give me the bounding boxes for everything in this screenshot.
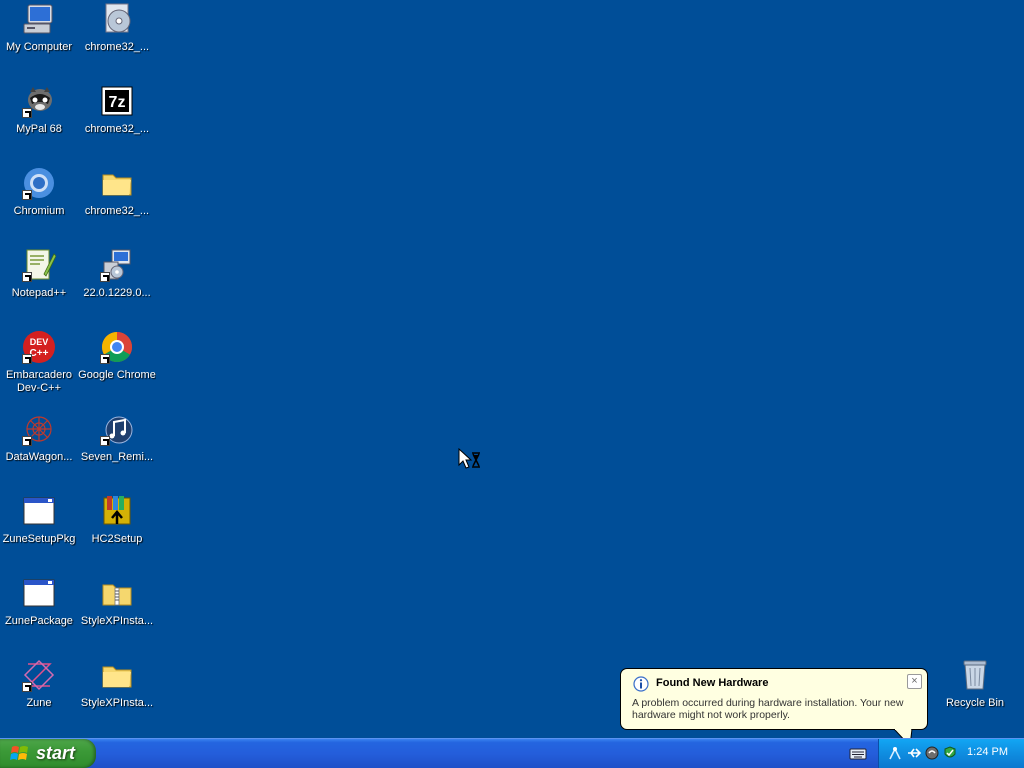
balloon-message: A problem occurred during hardware insta… xyxy=(632,697,904,721)
desktop-icon-chrome32-cd[interactable]: chrome32_... xyxy=(78,2,156,78)
notification-balloon[interactable]: Found New Hardware × A problem occurred … xyxy=(620,668,928,730)
shortcut-arrow-icon xyxy=(22,272,32,282)
desktop-icon-chromium[interactable]: Chromium xyxy=(0,166,78,242)
desktop-icon-zune-setup-pkg[interactable]: ZuneSetupPkg xyxy=(0,494,78,570)
desktop-icon-label: Google Chrome xyxy=(78,369,156,381)
desktop-icon-label: ZuneSetupPkg xyxy=(2,533,76,545)
busy-cursor-icon xyxy=(458,447,482,470)
application-window-icon xyxy=(22,494,56,528)
network-icon[interactable] xyxy=(887,745,903,761)
security-icon[interactable] xyxy=(942,745,958,761)
shortcut-arrow-icon xyxy=(100,436,110,446)
desktop-icon-label: MyPal 68 xyxy=(16,123,62,135)
desktop-icon-label: Recycle Bin xyxy=(945,697,1005,709)
system-tray: 1:24 PM xyxy=(878,739,1024,768)
svg-text:DEV: DEV xyxy=(30,337,49,347)
desktop-icon-label: Seven_Remi... xyxy=(80,451,154,463)
desktop-icon-mypal[interactable]: MyPal 68 xyxy=(0,84,78,160)
desktop-icon-zune[interactable]: Zune xyxy=(0,658,78,734)
chromium-icon xyxy=(22,166,56,200)
desktop-icon-devcpp[interactable]: DEV C++ Embarcadero Dev-C++ xyxy=(0,330,78,406)
recycle-bin-icon xyxy=(958,658,992,692)
datawagon-icon xyxy=(22,412,56,446)
shortcut-arrow-icon xyxy=(22,108,32,118)
desktop: My Computer MyPal 68 Chromium Notepad++ … xyxy=(0,0,1024,738)
desktop-icon-label: DataWagon... xyxy=(5,451,73,463)
folder-icon xyxy=(100,166,134,200)
info-icon xyxy=(633,676,649,692)
start-label: start xyxy=(36,743,76,763)
keyboard-icon[interactable] xyxy=(849,747,867,761)
my-computer-icon xyxy=(22,2,56,36)
desktop-icon-label: Embarcadero Dev-C++ xyxy=(5,369,73,394)
desktop-icon-chrome32-folder[interactable]: chrome32_... xyxy=(78,166,156,242)
desktop-icon-label: 22.0.1229.0... xyxy=(83,287,151,299)
desktop-icon-zune-package[interactable]: ZunePackage xyxy=(0,576,78,652)
clock[interactable]: 1:24 PM xyxy=(967,746,1008,758)
desktop-icon-notepad-plus[interactable]: Notepad++ xyxy=(0,248,78,324)
desktop-icon-label: ZunePackage xyxy=(5,615,73,627)
desktop-icon-label: My Computer xyxy=(5,41,73,53)
winrar-installer-icon xyxy=(100,494,134,528)
desktop-icon-setup-package[interactable]: 22.0.1229.0... xyxy=(78,248,156,324)
shortcut-arrow-icon xyxy=(22,190,32,200)
shortcut-arrow-icon xyxy=(22,436,32,446)
desktop-icon-label: chrome32_... xyxy=(84,41,150,53)
setup-package-icon xyxy=(100,248,134,282)
chrome-icon xyxy=(100,330,134,364)
desktop-icon-label: chrome32_... xyxy=(84,205,150,217)
raccoon-browser-icon xyxy=(22,84,56,118)
shortcut-arrow-icon xyxy=(22,354,32,364)
desktop-icon-stylexp-folder[interactable]: StyleXPInsta... xyxy=(78,658,156,734)
notepad-plus-icon xyxy=(22,248,57,282)
desktop-icon-seven-remix[interactable]: Seven_Remi... xyxy=(78,412,156,488)
application-window-icon xyxy=(22,576,56,610)
desktop-icon-label: Notepad++ xyxy=(11,287,67,299)
music-file-icon xyxy=(100,412,134,446)
cd-installer-icon xyxy=(100,2,134,36)
zune-icon xyxy=(22,658,56,692)
svg-text:C++: C++ xyxy=(30,348,49,359)
start-button[interactable]: start xyxy=(0,739,96,768)
svg-text:7z: 7z xyxy=(109,94,126,111)
devcpp-icon: DEV C++ xyxy=(22,330,56,364)
desktop-icon-hc2setup[interactable]: HC2Setup xyxy=(78,494,156,570)
desktop-icon-label: StyleXPInsta... xyxy=(80,615,154,627)
desktop-icon-datawagon[interactable]: DataWagon... xyxy=(0,412,78,488)
shortcut-arrow-icon xyxy=(100,272,110,282)
usb-device-icon[interactable] xyxy=(906,745,922,761)
folder-icon xyxy=(100,658,134,692)
windows-logo-icon xyxy=(10,744,30,764)
balloon-title: Found New Hardware xyxy=(656,677,769,689)
close-icon[interactable]: × xyxy=(907,674,922,689)
desktop-icon-label: StyleXPInsta... xyxy=(80,697,154,709)
desktop-icon-chrome32-7z[interactable]: 7z chrome32_... xyxy=(78,84,156,160)
7zip-archive-icon: 7z xyxy=(100,84,134,118)
desktop-icon-stylexp-zip[interactable]: StyleXPInsta... xyxy=(78,576,156,652)
desktop-icon-recycle-bin[interactable]: Recycle Bin xyxy=(936,658,1014,734)
volume-icon[interactable] xyxy=(924,745,940,761)
desktop-icon-label: chrome32_... xyxy=(84,123,150,135)
taskbar: start 1:24 PM xyxy=(0,738,1024,768)
desktop-icon-label: Zune xyxy=(26,697,52,709)
desktop-icon-my-computer[interactable]: My Computer xyxy=(0,2,78,78)
desktop-icon-label: Chromium xyxy=(13,205,65,217)
shortcut-arrow-icon xyxy=(22,682,32,692)
shortcut-arrow-icon xyxy=(100,354,110,364)
desktop-icon-label: HC2Setup xyxy=(91,533,143,545)
zip-folder-icon xyxy=(100,576,134,610)
desktop-icon-google-chrome[interactable]: Google Chrome xyxy=(78,330,156,406)
